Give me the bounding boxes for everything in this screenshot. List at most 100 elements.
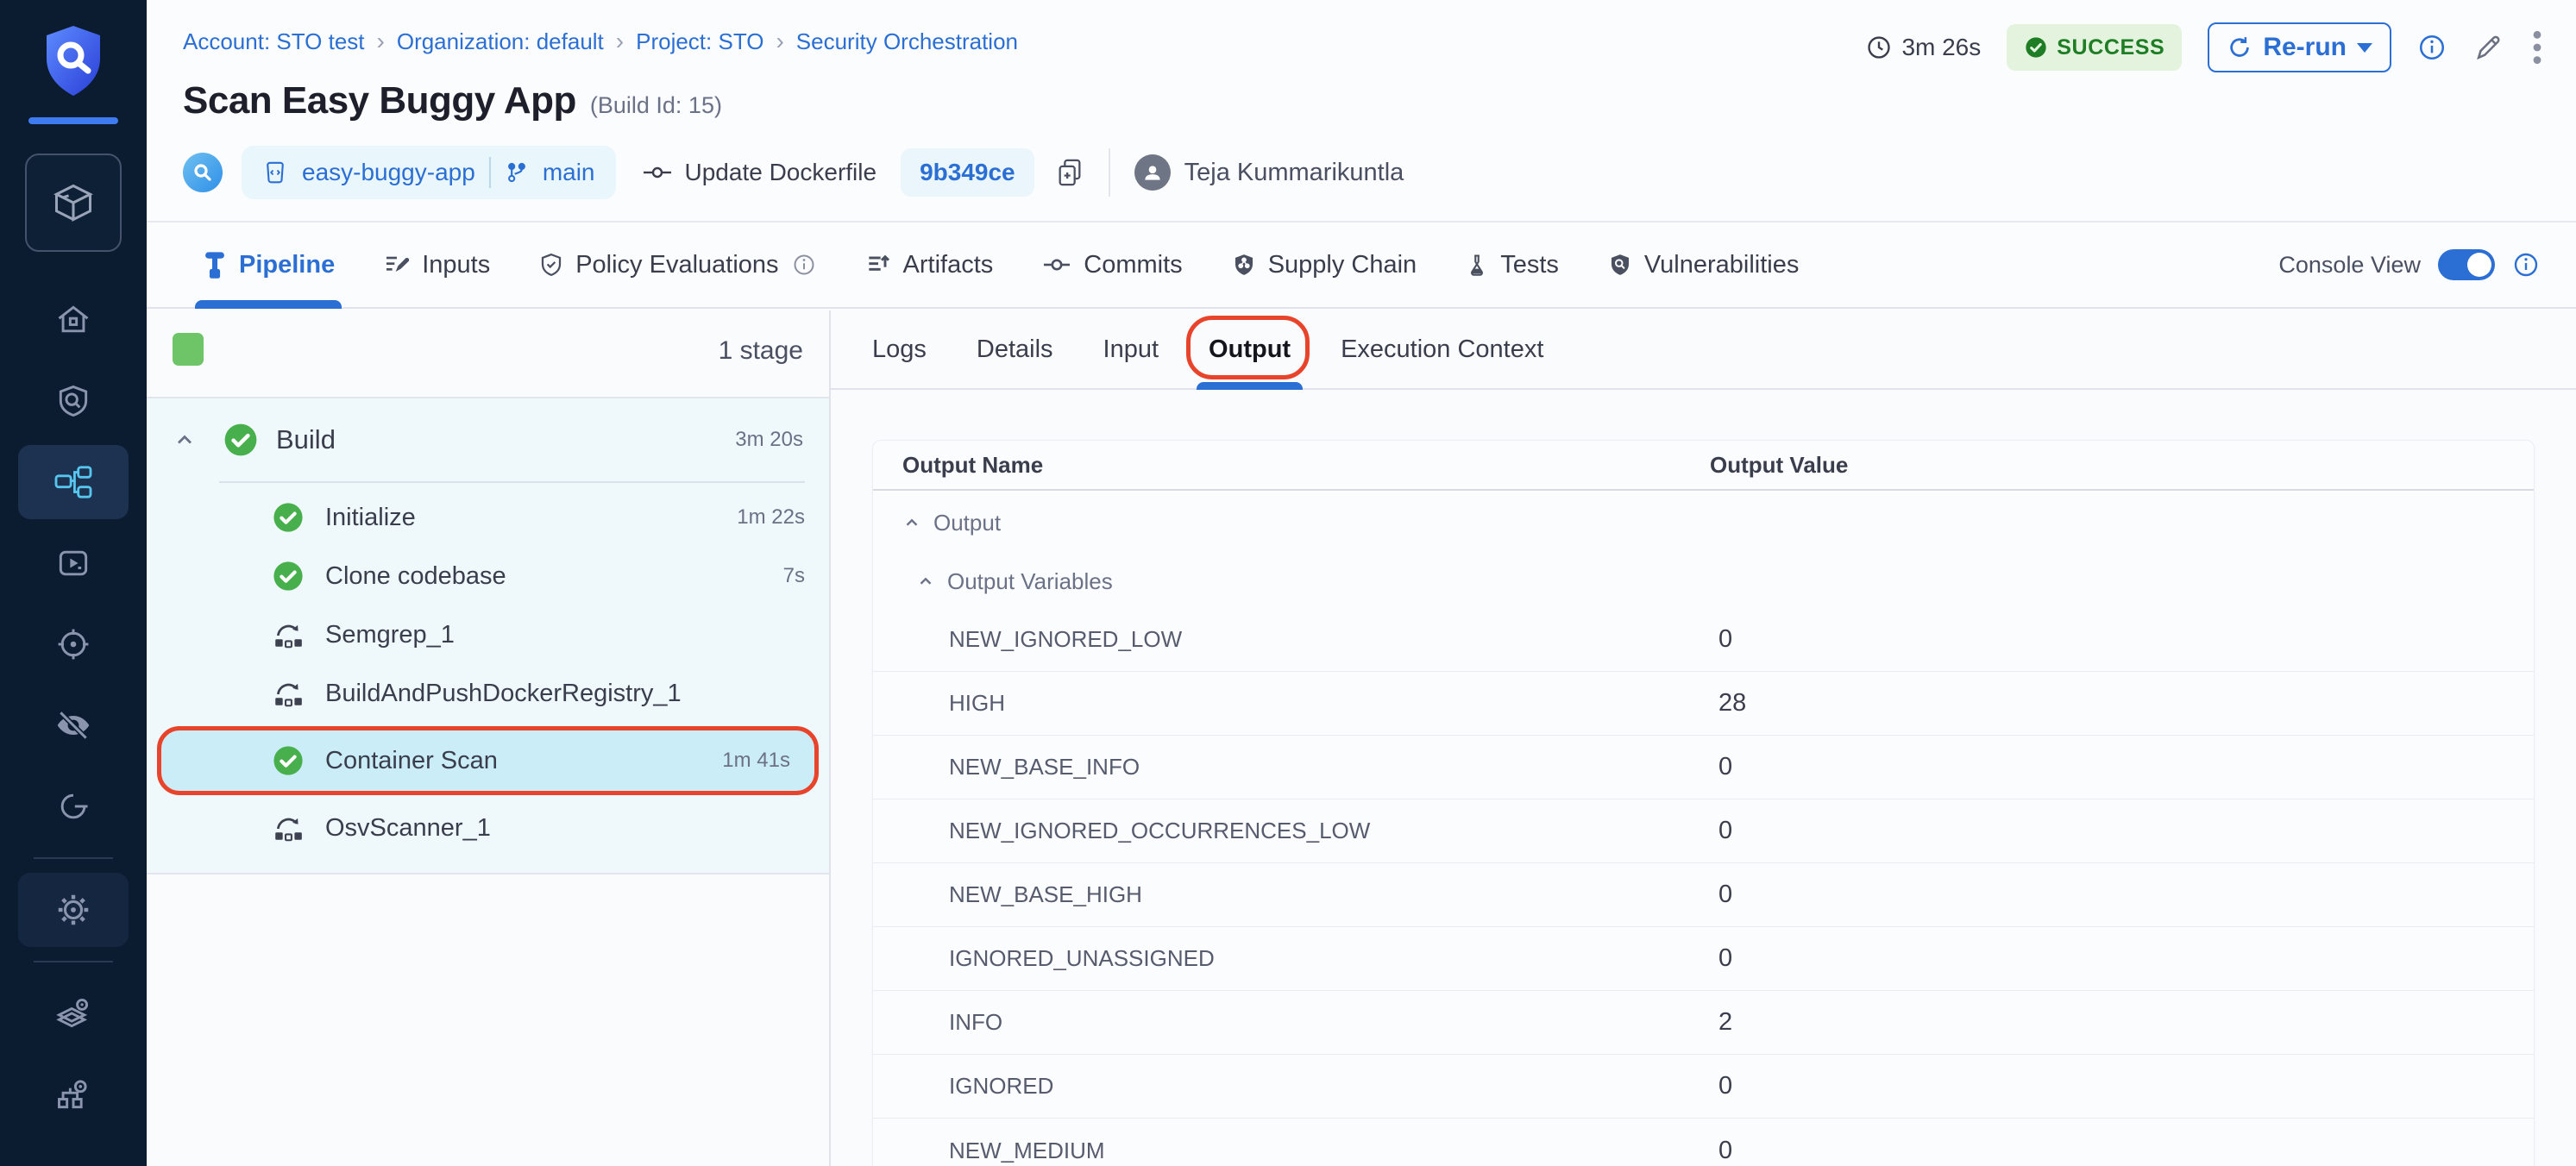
step-row-osvscanner[interactable]: OsvScanner_1 [147,799,829,857]
git-commit-icon [1041,252,1072,278]
commit-message: Update Dockerfile [685,159,877,186]
power-icon [54,787,92,825]
success-check-icon [272,560,305,592]
sidebar-item-default-settings[interactable] [18,976,129,1050]
output-value: 0 [1710,881,1732,909]
table-row: NEW_IGNORED_LOW 0 [873,608,2534,672]
copy-icon[interactable] [1055,156,1084,189]
console-view-toggle[interactable] [2438,249,2495,280]
breadcrumb-organization[interactable]: Organization: default [397,28,604,55]
sidebar-item-home[interactable] [18,283,129,357]
tab-tests[interactable]: Tests [1465,223,1559,307]
collapse-chevron-icon[interactable] [173,428,197,452]
tab-pipeline[interactable]: Pipeline [202,223,335,307]
tab-inputs[interactable]: Inputs [383,223,490,307]
step-name: Initialize [325,504,416,532]
breadcrumb-account[interactable]: Account: STO test [183,28,365,55]
sidebar-item-exemptions[interactable] [18,688,129,762]
sidebar-item-overview[interactable] [18,364,129,438]
output-table-header: Output Name Output Value [873,441,2534,491]
tab-details[interactable]: Details [977,310,1053,388]
tab-input[interactable]: Input [1103,310,1159,388]
info-icon[interactable] [2512,251,2540,279]
sidebar-item-executions[interactable] [18,526,129,600]
step-row-initialize[interactable]: Initialize 1m 22s [147,488,829,547]
step-row-build-and-push[interactable]: BuildAndPushDockerRegistry_1 [147,664,829,723]
collapse-chevron-icon[interactable] [902,513,921,532]
success-check-icon [272,744,305,777]
step-duration: 1m 41s [722,749,790,773]
eye-off-icon [53,706,93,744]
step-detail-tabs: Logs Details Input Output Execution Cont… [831,310,2576,390]
avatar [1134,154,1171,191]
commit-message-wrap: Update Dockerfile [642,159,877,186]
step-name: Semgrep_1 [325,621,455,649]
pill-divider [489,157,491,188]
chevron-right-icon: › [377,28,385,55]
table-row: IGNORED 0 [873,1055,2534,1119]
tree-node-output[interactable]: Output [873,491,2534,555]
module-selector-button[interactable] [25,154,122,252]
queued-step-icon [272,618,305,651]
repo-branch-pill[interactable]: easy-buggy-app main [242,146,616,199]
tab-policy-evaluations[interactable]: Policy Evaluations [538,223,815,307]
layers-gear-icon [53,994,93,1032]
queued-step-icon [272,677,305,710]
tree-node-output-variables[interactable]: Output Variables [873,555,2534,608]
author-name: Teja Kummarikuntla [1184,159,1404,187]
output-name: INFO [949,1009,1710,1036]
tab-output-selected[interactable]: Output [1209,310,1291,388]
step-duration: 7s [783,564,805,588]
step-row-semgrep[interactable]: Semgrep_1 [147,605,829,664]
edit-pencil-icon[interactable] [2472,31,2505,64]
sidebar-item-getting-started[interactable] [18,769,129,843]
tab-logs[interactable]: Logs [872,310,927,388]
commit-sha-pill[interactable]: 9b349ce [901,148,1034,197]
cube-icon [51,180,96,225]
policy-shield-icon [538,250,564,279]
build-stage-row[interactable]: Build 3m 20s [147,398,829,481]
rerun-button[interactable]: Re-run [2208,22,2391,72]
step-row-clone-codebase[interactable]: Clone codebase 7s [147,547,829,605]
tab-artifacts[interactable]: Artifacts [864,223,994,307]
output-value: 0 [1710,1137,1732,1165]
sidebar-item-settings[interactable] [18,873,129,947]
output-name: NEW_MEDIUM [949,1138,1710,1164]
branch-name[interactable]: main [543,159,595,186]
sidebar-item-targets[interactable] [18,607,129,681]
output-value: 28 [1710,689,1746,718]
tab-supply-chain[interactable]: Supply Chain [1231,223,1417,307]
sidebar-item-org-settings[interactable] [18,1057,129,1132]
more-options-kebab-icon[interactable] [2531,28,2543,66]
sidebar-item-pipelines[interactable] [18,445,129,519]
output-name: IGNORED [949,1073,1710,1100]
stage-chip-success[interactable] [173,333,204,366]
info-icon[interactable] [2417,33,2447,62]
output-name: HIGH [949,690,1710,717]
table-row: NEW_BASE_HIGH 0 [873,863,2534,927]
column-header-output-value: Output Value [1710,452,1848,479]
tab-commits[interactable]: Commits [1041,223,1182,307]
table-row: HIGH 28 [873,672,2534,736]
breadcrumb-project[interactable]: Project: STO [636,28,763,55]
check-circle-icon [2024,35,2048,60]
chevron-right-icon: › [616,28,624,55]
org-gear-icon [53,1075,93,1113]
info-icon[interactable] [792,253,816,277]
step-row-container-scan-selected[interactable]: Container Scan 1m 41s [157,726,819,795]
build-id-label: (Build Id: 15) [590,92,722,119]
tab-vulnerabilities[interactable]: Vulnerabilities [1607,223,1799,307]
breadcrumb-module[interactable]: Security Orchestration [796,28,1018,55]
tab-execution-context[interactable]: Execution Context [1341,310,1543,388]
vertical-divider [1109,148,1110,197]
table-row: IGNORED_UNASSIGNED 0 [873,927,2534,991]
output-name: NEW_IGNORED_OCCURRENCES_LOW [949,818,1710,844]
page-title: Scan Easy Buggy App [183,79,576,122]
module-indicator-line [28,117,118,124]
queued-step-icon [272,812,305,844]
sto-logo-icon[interactable] [38,22,109,98]
collapse-chevron-icon[interactable] [916,572,935,591]
refresh-icon [2227,34,2252,60]
caret-down-icon [2357,43,2372,53]
repo-name[interactable]: easy-buggy-app [302,159,475,186]
